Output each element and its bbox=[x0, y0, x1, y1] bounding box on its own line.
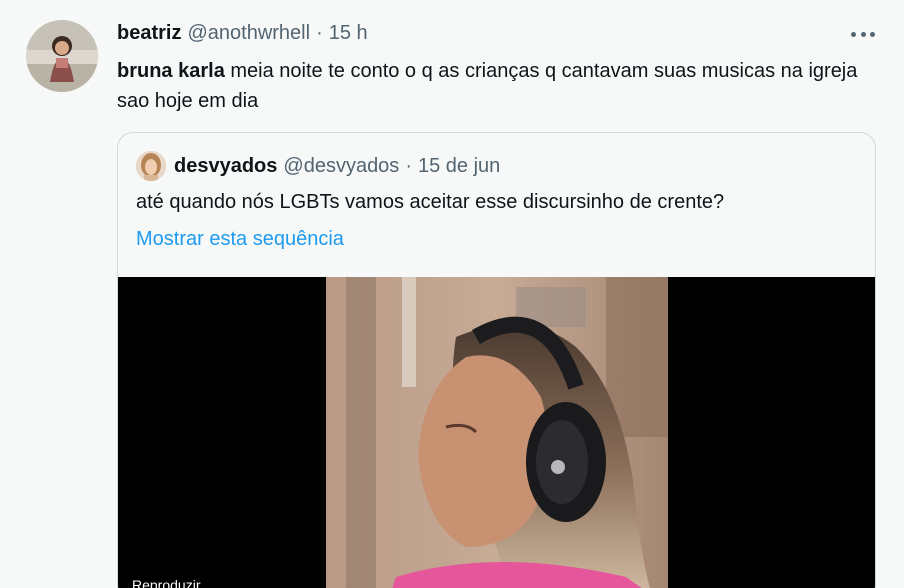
profile-photo-icon bbox=[136, 151, 166, 181]
separator: · bbox=[405, 154, 412, 177]
video-thumbnail-icon bbox=[326, 277, 668, 588]
dot-icon bbox=[851, 31, 856, 37]
author-handle[interactable]: @anothwrhell bbox=[187, 22, 310, 45]
quoted-tweet-date[interactable]: 15 de jun bbox=[418, 155, 500, 178]
quoted-author-name[interactable]: desvyados bbox=[174, 155, 277, 178]
tweet-text: bruna karla meia noite te conto o q as c… bbox=[117, 56, 877, 116]
tweet-header: beatriz @anothwrhell · 15 h bbox=[117, 22, 368, 50]
show-thread-link[interactable]: Mostrar esta sequência bbox=[136, 224, 344, 254]
separator: · bbox=[316, 22, 323, 44]
video-frame bbox=[326, 277, 668, 588]
author-avatar[interactable] bbox=[26, 20, 98, 92]
author-name[interactable]: beatriz bbox=[117, 22, 181, 45]
more-options-icon[interactable] bbox=[848, 22, 878, 46]
quoted-tweet-header: desvyados @desvyados · 15 de jun bbox=[174, 151, 500, 181]
quoted-tweet-text: até quando nós LGBTs vamos aceitar esse … bbox=[136, 191, 725, 213]
dot-icon bbox=[860, 31, 866, 37]
tweet-time[interactable]: 15 h bbox=[329, 22, 368, 45]
quoted-author-avatar[interactable] bbox=[136, 151, 166, 181]
play-label[interactable]: Reproduzir bbox=[132, 577, 200, 588]
profile-photo-icon bbox=[26, 20, 98, 92]
dot-icon bbox=[870, 31, 875, 37]
tweet-body: meia noite te conto o q as crianças q ca… bbox=[117, 60, 858, 112]
video-player[interactable]: Reproduzir bbox=[118, 277, 875, 588]
quoted-tweet-card[interactable]: desvyados @desvyados · 15 de jun até qua… bbox=[117, 132, 876, 588]
mentioned-name: bruna karla bbox=[117, 60, 225, 82]
quoted-author-handle[interactable]: @desvyados bbox=[283, 155, 399, 178]
